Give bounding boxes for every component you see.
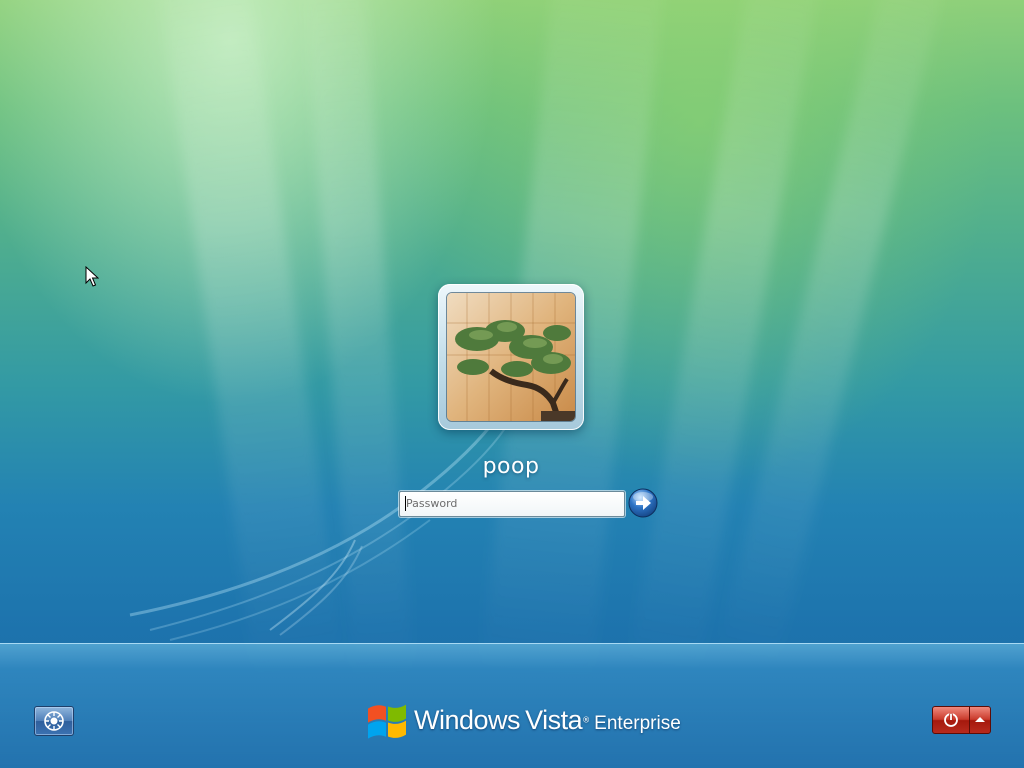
- shutdown-controls: [932, 706, 991, 734]
- chevron-up-icon: [975, 717, 985, 722]
- username-label: poop: [482, 454, 540, 479]
- shutdown-button[interactable]: [932, 706, 970, 734]
- power-icon: [944, 713, 958, 727]
- brand-edition-text: Enterprise: [594, 713, 681, 734]
- right-arrow-icon: [628, 488, 658, 518]
- windows-logo-icon: [368, 704, 406, 739]
- password-input[interactable]: [404, 494, 620, 512]
- password-field-frame: [399, 491, 625, 517]
- mouse-cursor-icon: [85, 266, 99, 287]
- shutdown-options-button[interactable]: [969, 706, 991, 734]
- brand-vista-text: Vista: [525, 705, 583, 735]
- brand-windows-text: Windows: [414, 705, 521, 735]
- login-screen: poop Windows Vista® Enterprise: [0, 0, 1024, 768]
- brand-wordmark: Windows Vista® Enterprise: [414, 705, 681, 736]
- windows-vista-branding: Windows Vista® Enterprise: [364, 697, 684, 741]
- ease-of-access-button[interactable]: [34, 706, 74, 736]
- user-avatar: [446, 292, 576, 422]
- trademark-mark: ®: [582, 715, 591, 725]
- text-caret: [405, 496, 406, 511]
- submit-login-button[interactable]: [628, 488, 658, 518]
- bonsai-tree-picture: [447, 293, 575, 421]
- ease-of-access-icon: [44, 711, 64, 731]
- user-tile[interactable]: [438, 284, 584, 430]
